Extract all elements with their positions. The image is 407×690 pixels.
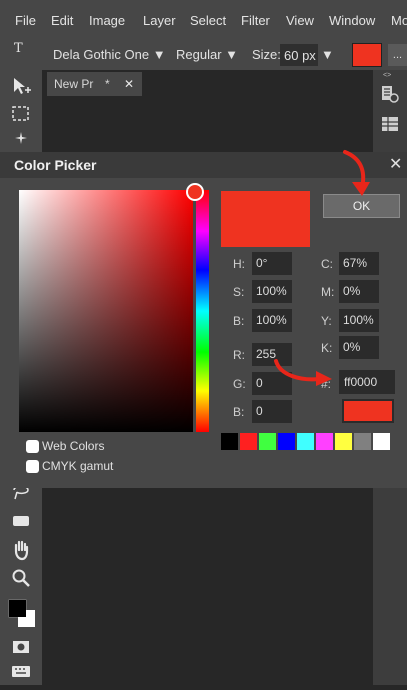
- web-colors-checkbox[interactable]: [26, 440, 39, 453]
- menu-layer[interactable]: Layer: [143, 13, 176, 28]
- palette-swatch[interactable]: [354, 433, 371, 450]
- k-field[interactable]: 0%: [339, 336, 379, 359]
- history-panel-icon[interactable]: [380, 84, 400, 109]
- s-field[interactable]: 100%: [252, 280, 292, 303]
- more-options-button[interactable]: ...: [388, 44, 407, 66]
- menu-bar: File Edit Image Layer Select Filter View…: [0, 0, 407, 40]
- menu-filter[interactable]: Filter: [241, 13, 270, 28]
- menu-view[interactable]: View: [286, 13, 314, 28]
- dialog-title: Color Picker: [14, 157, 97, 173]
- hex-field[interactable]: ff0000: [339, 370, 395, 394]
- marquee-tool-icon[interactable]: [8, 103, 34, 129]
- document-tab-close-icon[interactable]: ✕: [124, 77, 134, 91]
- palette-swatch[interactable]: [278, 433, 295, 450]
- size-dropdown-icon[interactable]: ▼: [321, 47, 334, 62]
- r-label: R:: [233, 348, 245, 362]
- menu-image[interactable]: Image: [89, 13, 125, 28]
- h-label: H:: [233, 257, 245, 271]
- menu-file[interactable]: File: [15, 13, 36, 28]
- m-label: M:: [321, 285, 335, 299]
- color-picker-handle[interactable]: [186, 183, 204, 201]
- blue-label: B:: [233, 405, 245, 419]
- menu-select[interactable]: Select: [190, 13, 226, 28]
- options-bar: T Dela Gothic One ▼ Regular ▼ Size: 60 p…: [0, 40, 407, 70]
- y-label: Y:: [321, 314, 332, 328]
- document-tab-title: New Pr: [54, 77, 94, 91]
- size-value: 60 px: [284, 48, 316, 63]
- text-color-swatch[interactable]: [352, 43, 382, 67]
- annotation-arrow-hex: [274, 359, 332, 386]
- cmyk-gamut-label: CMYK gamut: [42, 459, 114, 473]
- cmyk-gamut-checkbox[interactable]: [26, 460, 39, 473]
- palette-swatch[interactable]: [316, 433, 333, 450]
- y-field[interactable]: 100%: [339, 309, 379, 332]
- layers-panel-icon[interactable]: [380, 114, 400, 139]
- size-label: Size:: [252, 47, 281, 62]
- new-color-preview: [221, 191, 310, 247]
- move-tool-icon[interactable]: [8, 75, 34, 101]
- g-label: G:: [233, 377, 246, 391]
- font-style-select[interactable]: Regular ▼: [176, 47, 238, 62]
- s-label: S:: [233, 285, 245, 299]
- saturation-brightness-field[interactable]: [19, 190, 193, 432]
- quick-mask-icon[interactable]: [8, 636, 34, 662]
- collapse-handle-icon[interactable]: <>: [383, 72, 391, 79]
- c-label: C:: [321, 257, 333, 271]
- web-colors-label: Web Colors: [42, 439, 105, 453]
- hand-tool-icon[interactable]: [8, 539, 34, 565]
- dialog-close-icon[interactable]: ✕: [389, 154, 402, 174]
- document-dirty-marker: *: [105, 77, 110, 91]
- annotation-arrow-ok: [343, 150, 370, 196]
- zoom-tool-icon[interactable]: [8, 567, 34, 593]
- palette-swatch[interactable]: [259, 433, 276, 450]
- palette-swatch[interactable]: [297, 433, 314, 450]
- menu-window[interactable]: Window: [329, 13, 375, 28]
- palette-swatch[interactable]: [221, 433, 238, 450]
- palette-swatch[interactable]: [373, 433, 390, 450]
- k-label: K:: [321, 341, 333, 355]
- menu-more[interactable]: Mo: [391, 13, 407, 28]
- color-swatches-icon[interactable]: [8, 598, 35, 632]
- keyboard-icon[interactable]: [8, 660, 34, 686]
- hue-slider[interactable]: [196, 190, 209, 432]
- size-field[interactable]: 60 px: [280, 44, 318, 66]
- menu-edit[interactable]: Edit: [51, 13, 73, 28]
- brightness-label: B:: [233, 314, 245, 328]
- blue-field[interactable]: 0: [252, 400, 292, 423]
- text-tool-icon[interactable]: T: [14, 41, 23, 56]
- brightness-field[interactable]: 100%: [252, 309, 292, 332]
- font-family-select[interactable]: Dela Gothic One ▼: [53, 47, 166, 62]
- palette-swatch[interactable]: [335, 433, 352, 450]
- h-field[interactable]: 0°: [252, 252, 292, 275]
- palette-swatch[interactable]: [240, 433, 257, 450]
- c-field[interactable]: 67%: [339, 252, 379, 275]
- current-color-swatch: [342, 399, 394, 423]
- shape-tool-icon[interactable]: [8, 510, 34, 536]
- m-field[interactable]: 0%: [339, 280, 379, 303]
- document-tab[interactable]: New Pr * ✕: [47, 72, 142, 96]
